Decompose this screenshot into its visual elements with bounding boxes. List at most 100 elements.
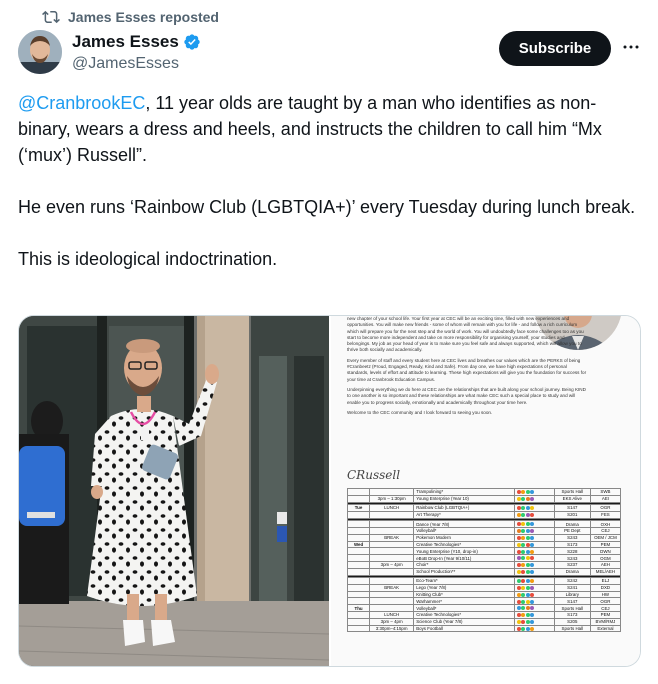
category-dot	[516, 586, 521, 591]
schedule-staff-code: PEM	[589, 611, 622, 619]
category-dot	[530, 570, 535, 574]
schedule-time	[369, 520, 415, 528]
schedule-time: LUNCH	[369, 504, 415, 512]
more-options-icon[interactable]	[620, 36, 642, 58]
category-dot	[516, 606, 521, 611]
category-dot	[521, 620, 526, 625]
schedule-activity: Warhammer*	[413, 597, 515, 606]
table-row: Tue LUNCH Rainbow Club (LGBTQIA+) S147 OGR	[346, 504, 622, 512]
category-dot	[530, 556, 535, 561]
category-dot	[525, 599, 530, 604]
schedule-staff-code: DXD	[589, 583, 622, 592]
category-dot	[521, 506, 526, 511]
table-row: Art Therapy* S201 FES	[346, 510, 622, 519]
schedule-staff-code: MEL/AEH	[589, 567, 622, 576]
repost-indicator[interactable]: James Esses reposted	[42, 8, 219, 26]
schedule-location: S243	[553, 554, 591, 562]
schedule-category-dots	[513, 560, 555, 569]
schedule-staff-code: SWB	[589, 488, 622, 496]
category-dot	[521, 592, 526, 597]
category-dot	[525, 506, 530, 511]
schedule-location: Drama	[553, 567, 591, 576]
category-dot	[530, 513, 535, 518]
schedule-day	[346, 554, 371, 562]
category-dot	[525, 549, 530, 554]
schedule-category-dots	[513, 510, 555, 519]
schedule-category-dots	[513, 577, 555, 585]
category-dot	[516, 529, 521, 534]
category-dot	[530, 529, 535, 534]
category-dot	[530, 620, 535, 625]
schedule-category-dots	[513, 520, 555, 528]
category-dot	[525, 579, 530, 584]
schedule-activity: Choir*	[413, 560, 515, 569]
category-dot	[521, 570, 526, 574]
category-dot	[530, 599, 535, 604]
author-name[interactable]: James Esses	[72, 32, 179, 52]
table-row: 3pm – 4pm Science Club (Year 7/8) S205 BVM/…	[346, 617, 622, 626]
table-row: School Production** Drama MEL/AEH	[346, 567, 622, 576]
schedule-activity: Volleyball*	[413, 604, 515, 613]
mention-link[interactable]: @CranbrookEC	[18, 93, 145, 113]
schedule-day	[346, 560, 371, 569]
tweet-paragraph-3: This is ideological indoctrination.	[18, 249, 278, 269]
category-dot	[525, 563, 530, 568]
schedule-time	[369, 540, 415, 549]
category-dot	[521, 522, 526, 527]
schedule-category-dots	[513, 488, 555, 496]
photo-teacher[interactable]	[19, 316, 329, 666]
schedule-staff-code: OEM / JCM	[589, 533, 622, 542]
category-dot	[521, 549, 526, 554]
media-grid: new chapter of your school life. Your fi…	[18, 315, 641, 667]
schedule-category-dots	[513, 526, 555, 535]
table-row: Young Enterprise (Y10, drop-in) S228 DWN	[346, 547, 622, 556]
category-dot	[521, 563, 526, 568]
author-handle[interactable]: @JamesEsses	[72, 55, 201, 73]
schedule-staff-code: AEH	[589, 560, 622, 569]
category-dot	[525, 556, 530, 561]
category-dot	[521, 513, 526, 518]
category-dot	[525, 490, 530, 495]
club-schedule-table: Trampolining* Sports Hall SWB 3pm – 1:30pm Y…	[346, 488, 622, 633]
category-dot	[530, 497, 535, 502]
schedule-staff-code: BVM/RMJ	[589, 617, 622, 626]
category-dot	[530, 522, 535, 527]
repost-label: James Esses reposted	[68, 9, 219, 25]
schedule-time: 3pm – 4pm	[369, 617, 415, 626]
schedule-staff-code: OGM	[589, 554, 622, 562]
tweet-paragraph-1: @CranbrookEC, 11 year olds are taught by…	[18, 90, 638, 168]
tweet-paragraph-2: He even runs ‘Rainbow Club (LGBTQIA+)’ e…	[18, 197, 636, 217]
category-dot	[530, 490, 535, 495]
table-row: Eco-Team* S242 ELJ	[346, 577, 622, 585]
category-dot	[521, 556, 526, 561]
schedule-location: PE Dept	[553, 526, 591, 535]
table-row: Trampolining* Sports Hall SWB	[346, 488, 622, 496]
schedule-location: S201	[553, 510, 591, 519]
subscribe-button[interactable]: Subscribe	[499, 31, 611, 66]
avatar[interactable]	[18, 30, 62, 74]
category-dot	[530, 579, 535, 584]
schedule-location: S228	[553, 547, 591, 556]
category-dot	[530, 506, 535, 511]
category-dot	[521, 613, 526, 618]
schedule-category-dots	[513, 504, 555, 512]
schedule-category-dots	[513, 611, 555, 619]
schedule-location: Sports Hall	[553, 604, 591, 613]
category-dot	[521, 586, 526, 591]
schedule-category-dots	[513, 533, 555, 542]
category-dot	[516, 542, 521, 547]
schedule-activity: Knitting Club*	[413, 590, 515, 599]
category-dot	[521, 490, 526, 495]
schedule-activity: Boys Football	[413, 624, 515, 633]
schedule-location: S243	[553, 533, 591, 542]
category-dot	[530, 536, 535, 541]
schedule-category-dots	[513, 540, 555, 549]
schedule-time	[369, 526, 415, 535]
schedule-activity: Art Therapy*	[413, 510, 515, 519]
photo-school-document[interactable]: new chapter of your school life. Your fi…	[331, 316, 640, 666]
category-dot	[516, 522, 521, 527]
category-dot	[530, 542, 535, 547]
schedule-activity: Creative Technologies*	[413, 540, 515, 549]
category-dot	[516, 620, 521, 625]
category-dot	[516, 592, 521, 597]
